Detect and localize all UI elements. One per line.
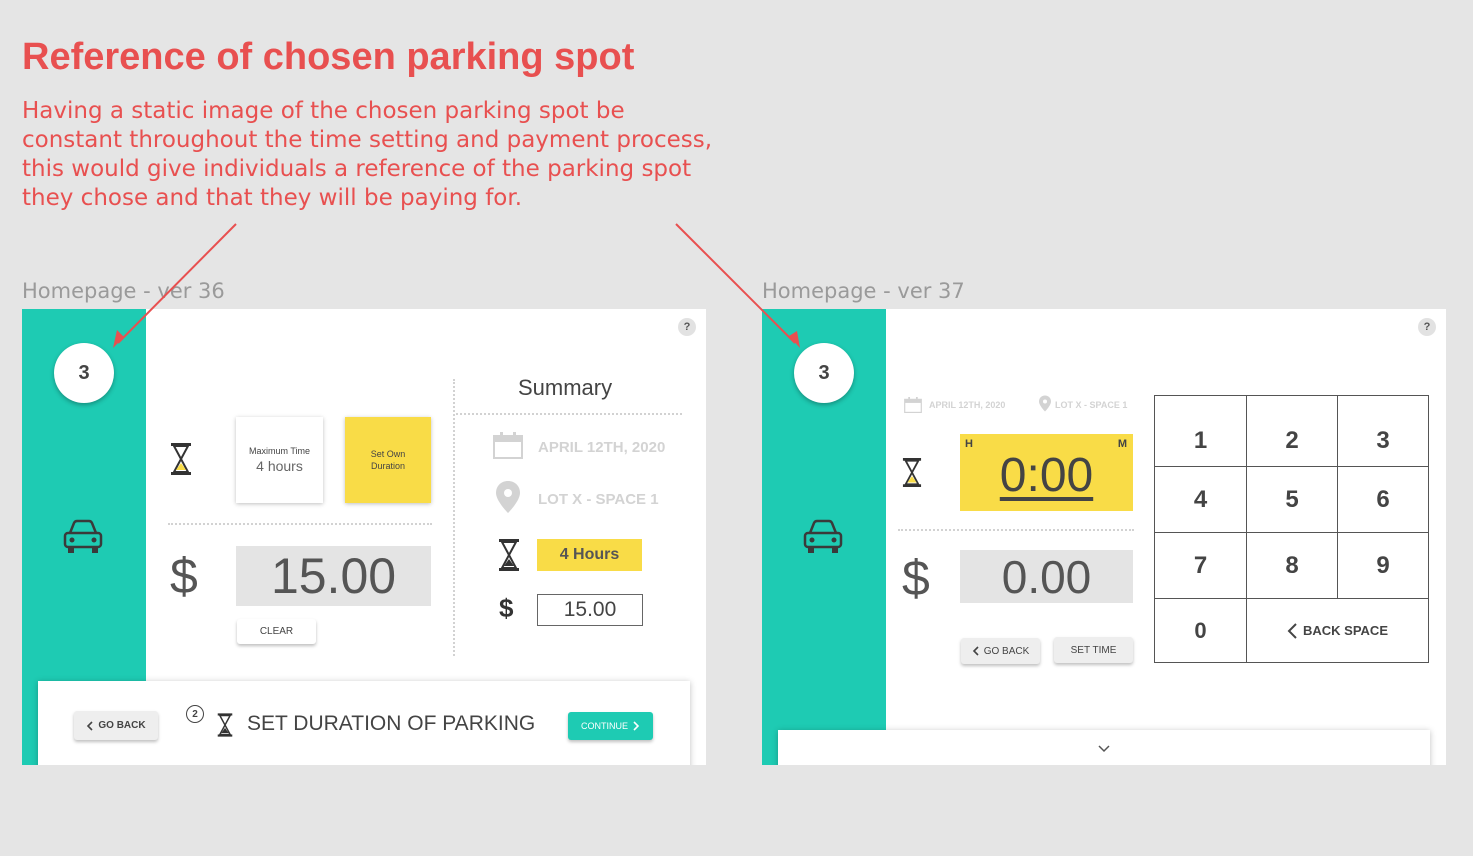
maximum-time-value: 4 hours xyxy=(256,458,303,474)
step-indicator: 3 xyxy=(794,343,854,403)
backspace-key[interactable]: BACK SPACE xyxy=(1247,599,1428,662)
spot-date: APRIL 12TH, 2020 xyxy=(929,400,1006,410)
numeric-keypad: 1 2 3 4 5 6 7 8 9 0 BACK SPACE xyxy=(1154,395,1429,663)
time-display: 0:00 xyxy=(999,449,1094,502)
backspace-label: BACK SPACE xyxy=(1303,623,1388,638)
annotation-title: Reference of chosen parking spot xyxy=(22,36,635,78)
step-number: 3 xyxy=(818,361,830,384)
footer-hourglass-icon xyxy=(217,713,233,737)
chevron-left-icon xyxy=(87,720,93,731)
chevron-left-icon xyxy=(972,646,979,656)
footer-drawer[interactable] xyxy=(778,730,1430,765)
spot-location: LOT X - SPACE 1 xyxy=(1055,400,1128,410)
car-icon xyxy=(63,519,103,553)
homepage-v36-frame: 3 ? Maximum Time 4 hours Set Own Duratio… xyxy=(22,309,706,765)
divider xyxy=(898,529,1134,531)
annotation-description: Having a static image of the chosen park… xyxy=(22,98,713,211)
divider xyxy=(168,523,432,525)
summary-hourglass-icon xyxy=(499,539,519,571)
amount-display: 15.00 xyxy=(236,546,431,606)
go-back-label: GO BACK xyxy=(983,645,1030,657)
continue-label: CONTINUE xyxy=(581,721,628,731)
dollar-sign: $ xyxy=(902,550,930,606)
key-2[interactable]: 2 xyxy=(1247,406,1337,476)
go-back-label: GO BACK xyxy=(98,720,146,731)
key-7[interactable]: 7 xyxy=(1155,533,1246,598)
chevron-left-icon xyxy=(1287,622,1297,639)
continue-button[interactable]: CONTINUE xyxy=(568,712,653,740)
calendar-icon xyxy=(493,432,523,459)
help-button[interactable]: ? xyxy=(678,318,696,336)
clear-button[interactable]: CLEAR xyxy=(237,619,316,644)
key-3[interactable]: 3 xyxy=(1338,406,1428,476)
frame-label-v37: Homepage - ver 37 xyxy=(762,279,965,303)
key-6[interactable]: 6 xyxy=(1338,467,1428,532)
key-8[interactable]: 8 xyxy=(1247,533,1337,598)
help-button[interactable]: ? xyxy=(1418,318,1436,336)
summary-duration: 4 Hours xyxy=(537,539,642,571)
maximum-time-title: Maximum Time xyxy=(248,446,310,456)
location-pin-icon xyxy=(496,481,520,513)
footer-card: GO BACK 2 SET DURATION OF PARKING CONTIN… xyxy=(38,681,690,765)
set-own-duration-label: Set Own Duration xyxy=(370,449,406,471)
go-back-button[interactable]: GO BACK xyxy=(961,638,1040,664)
key-5[interactable]: 5 xyxy=(1247,467,1337,532)
key-4[interactable]: 4 xyxy=(1155,467,1246,532)
frame-label-v36: Homepage - ver 36 xyxy=(22,279,225,303)
location-pin-icon xyxy=(1039,395,1051,412)
summary-location: LOT X - SPACE 1 xyxy=(538,491,659,508)
summary-title: Summary xyxy=(518,375,613,400)
hourglass-icon xyxy=(171,443,191,475)
calendar-icon xyxy=(904,397,922,413)
footer-heading: SET DURATION OF PARKING xyxy=(247,712,536,735)
set-time-button[interactable]: SET TIME xyxy=(1054,637,1133,663)
homepage-v37-frame: 3 ? APRIL 12TH, 2020 LOT X - SPACE 1 H M… xyxy=(762,309,1446,765)
dollar-sign: $ xyxy=(170,548,198,604)
summary-dollar-icon: $ xyxy=(499,593,514,623)
help-label: ? xyxy=(683,321,691,333)
time-input[interactable]: H M 0:00 xyxy=(960,434,1133,511)
chevron-down-icon[interactable] xyxy=(1098,745,1110,753)
help-label: ? xyxy=(1423,321,1431,333)
hourglass-icon xyxy=(902,458,922,487)
maximum-time-option[interactable]: Maximum Time 4 hours xyxy=(236,417,323,503)
step-badge: 2 xyxy=(186,705,204,723)
divider-vertical xyxy=(453,379,455,656)
step-indicator: 3 xyxy=(54,343,114,403)
summary-divider xyxy=(456,413,682,415)
key-0[interactable]: 0 xyxy=(1155,599,1246,662)
chevron-right-icon xyxy=(633,721,640,731)
car-icon xyxy=(803,519,843,553)
key-9[interactable]: 9 xyxy=(1338,533,1428,598)
summary-price: 15.00 xyxy=(537,594,643,626)
key-1[interactable]: 1 xyxy=(1155,406,1246,476)
set-own-duration-option[interactable]: Set Own Duration xyxy=(345,417,431,503)
step-number: 3 xyxy=(78,361,90,384)
go-back-button[interactable]: GO BACK xyxy=(74,711,158,740)
summary-date: APRIL 12TH, 2020 xyxy=(538,439,666,456)
amount-display: 0.00 xyxy=(960,550,1133,603)
